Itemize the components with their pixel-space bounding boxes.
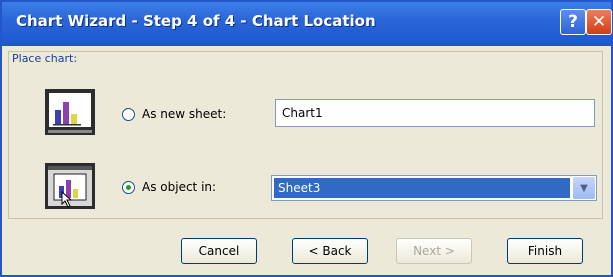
- new-sheet-name-input[interactable]: Chart1: [275, 99, 595, 127]
- next-button[interactable]: Next >: [396, 238, 472, 264]
- object-in-sheet-value: Sheet3: [274, 178, 570, 198]
- chevron-down-icon[interactable]: ▼: [573, 177, 595, 199]
- new-sheet-chart-icon: [45, 89, 95, 135]
- title-bar[interactable]: Chart Wizard - Step 4 of 4 - Chart Locat…: [2, 2, 612, 46]
- close-icon[interactable]: ✕: [586, 9, 612, 35]
- new-sheet-radio[interactable]: [122, 108, 135, 121]
- object-in-sheet-chart-icon: [45, 163, 95, 209]
- object-in-label[interactable]: As object in:: [142, 180, 216, 194]
- finish-button[interactable]: Finish: [507, 238, 583, 264]
- object-in-sheet-select[interactable]: Sheet3 ▼: [271, 175, 597, 201]
- object-in-radio[interactable]: [122, 181, 135, 194]
- cancel-button[interactable]: Cancel: [181, 238, 257, 264]
- back-button[interactable]: < Back: [292, 238, 368, 264]
- dialog-title: Chart Wizard - Step 4 of 4 - Chart Locat…: [16, 12, 376, 30]
- help-icon[interactable]: ?: [560, 9, 586, 35]
- new-sheet-label[interactable]: As new sheet:: [142, 107, 226, 121]
- place-chart-label: Place chart:: [12, 52, 78, 65]
